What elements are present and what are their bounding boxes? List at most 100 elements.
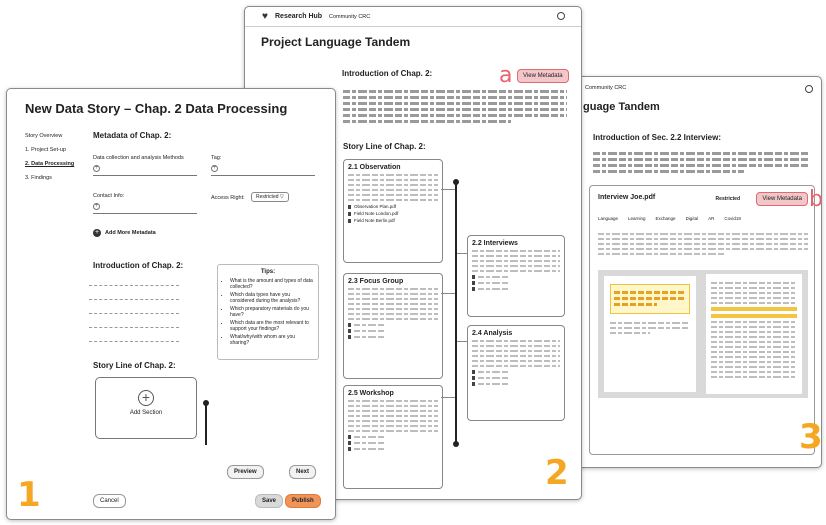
tab-ar[interactable]: AR: [708, 216, 714, 221]
app-header: ♥ Research Hub Community CRC: [245, 7, 581, 27]
tab-exchange[interactable]: Exchange: [656, 216, 676, 221]
tips-title: Tips:: [260, 269, 276, 275]
tip-item: Which data are the most relevant to supp…: [230, 320, 314, 332]
storyline-heading: Story Line of Chap. 2:: [343, 142, 426, 151]
nav-data-processing[interactable]: 2. Data Processing: [25, 161, 74, 167]
app-logo[interactable]: Research Hub: [275, 13, 322, 20]
file-link[interactable]: [348, 335, 438, 339]
nav-project-setup[interactable]: 1. Project Set-up: [25, 147, 66, 153]
section-card-analysis[interactable]: 2.4 Analysis: [467, 325, 565, 421]
pdf-page-left: [604, 276, 696, 392]
pdf-viewer[interactable]: [598, 270, 808, 398]
file-link[interactable]: [472, 275, 560, 279]
intro-heading: Introduction of Sec. 2.2 Interview:: [593, 133, 722, 142]
methods-field[interactable]: [93, 175, 197, 176]
file-link[interactable]: [348, 441, 438, 445]
highlighted-quote[interactable]: [610, 284, 690, 314]
marker-a: a: [499, 63, 513, 88]
tag-field[interactable]: [211, 175, 315, 176]
section-card-workshop[interactable]: 2.5 Workshop: [343, 385, 443, 489]
contact-label: Contact Info:: [93, 193, 125, 199]
tip-item: Which data types have you considered dur…: [230, 292, 314, 304]
add-section-button[interactable]: + Add Section: [95, 377, 197, 439]
tab-covid19[interactable]: Covid19: [724, 216, 741, 221]
tab-learning[interactable]: Learning: [628, 216, 646, 221]
panel-number-1: 1: [17, 475, 41, 515]
preview-button[interactable]: Preview: [227, 465, 264, 479]
tab-language[interactable]: Language: [598, 216, 618, 221]
section-title: 2.1 Observation: [348, 164, 401, 171]
file-link[interactable]: [472, 382, 560, 386]
tip-item: Which preparatory materials do you have?: [230, 306, 314, 318]
timeline-end-dot: [453, 441, 459, 447]
tag-tabs: Language Learning Exchange Digital AR Co…: [598, 216, 741, 221]
file-link[interactable]: [472, 376, 560, 380]
contact-field[interactable]: [93, 213, 197, 214]
nav-findings[interactable]: 3. Findings: [25, 175, 52, 181]
page-title: guage Tandem: [583, 101, 660, 113]
view-metadata-button[interactable]: View Metadata: [756, 192, 808, 206]
cancel-button[interactable]: Cancel: [93, 494, 126, 508]
file-link[interactable]: Observation Plan.pdf: [348, 204, 438, 209]
document-description: [598, 230, 808, 258]
detail-window: Community CRC guage Tandem Introduction …: [576, 76, 822, 468]
section-title: 2.2 Interviews: [472, 240, 518, 247]
add-icon: +: [138, 390, 154, 406]
pdf-page-right: [706, 274, 802, 394]
save-button[interactable]: Save: [255, 494, 284, 508]
tip-item: What/why/with whom are you sharing?: [230, 334, 314, 346]
story-editor-window: New Data Story – Chap. 2 Data Processing…: [6, 88, 336, 520]
section-card-focus-group[interactable]: 2.3 Focus Group: [343, 273, 443, 379]
user-icon[interactable]: [805, 85, 813, 93]
section-title: 2.5 Workshop: [348, 390, 394, 397]
intro-heading: Introduction of Chap. 2:: [342, 69, 433, 78]
section-card-interviews[interactable]: 2.2 Interviews: [467, 235, 565, 317]
file-link[interactable]: [472, 370, 560, 374]
access-label: Access Right:: [211, 195, 245, 201]
add-metadata-icon[interactable]: +: [93, 229, 101, 237]
access-right-select[interactable]: Restricted ▽: [251, 192, 289, 202]
section-title: 2.3 Focus Group: [348, 278, 404, 285]
add-metadata-link[interactable]: Add More Metadata: [105, 230, 156, 236]
panel-number-3: 3: [799, 417, 822, 457]
heart-logo-icon: ♥: [262, 11, 268, 22]
file-link[interactable]: [348, 323, 438, 327]
community-label: Community CRC: [585, 85, 627, 91]
intro-heading: Introduction of Chap. 2:: [93, 261, 184, 270]
tag-label: Tag:: [211, 155, 222, 161]
next-button[interactable]: Next: [289, 465, 317, 479]
page-title: New Data Story – Chap. 2 Data Processing: [25, 101, 288, 116]
restricted-badge: Restricted: [715, 196, 740, 202]
view-metadata-button[interactable]: View Metadata: [517, 69, 569, 83]
intro-text: [343, 87, 567, 126]
metadata-heading: Metadata of Chap. 2:: [93, 131, 172, 140]
file-link[interactable]: [348, 447, 438, 451]
methods-label: Data collection and analysis Methods: [93, 155, 184, 161]
document-name: Interview Joe.pdf: [598, 194, 656, 201]
user-icon[interactable]: [557, 12, 565, 20]
timeline-line: [205, 403, 207, 445]
marker-b: b: [809, 187, 822, 212]
page-title: Project Language Tandem: [261, 35, 411, 49]
tip-item: What is the amount and types of data col…: [230, 278, 314, 290]
intro-textarea[interactable]: [89, 285, 179, 286]
publish-button[interactable]: Publish: [285, 494, 321, 508]
community-label: Community CRC: [329, 14, 371, 20]
file-link[interactable]: Field Note London.pdf: [348, 211, 438, 216]
file-link[interactable]: [472, 287, 560, 291]
file-link[interactable]: [472, 281, 560, 285]
document-card: Interview Joe.pdf Restricted View Metada…: [589, 185, 815, 455]
add-contact-icon[interactable]: +: [93, 203, 100, 210]
nav-story-overview[interactable]: Story Overview: [25, 133, 62, 139]
tab-digital[interactable]: Digital: [686, 216, 699, 221]
section-title: 2.4 Analysis: [472, 330, 513, 337]
add-method-icon[interactable]: +: [93, 165, 100, 172]
file-link[interactable]: [348, 435, 438, 439]
add-tag-icon[interactable]: +: [211, 165, 218, 172]
storyline-heading: Story Line of Chap. 2:: [93, 361, 176, 370]
file-link[interactable]: Field Note Berlin.pdf: [348, 218, 438, 223]
timeline-start-dot: [453, 179, 459, 185]
timeline-line: [455, 182, 457, 444]
file-link[interactable]: [348, 329, 438, 333]
section-card-observation[interactable]: 2.1 Observation Observation Plan.pdf Fie…: [343, 159, 443, 263]
